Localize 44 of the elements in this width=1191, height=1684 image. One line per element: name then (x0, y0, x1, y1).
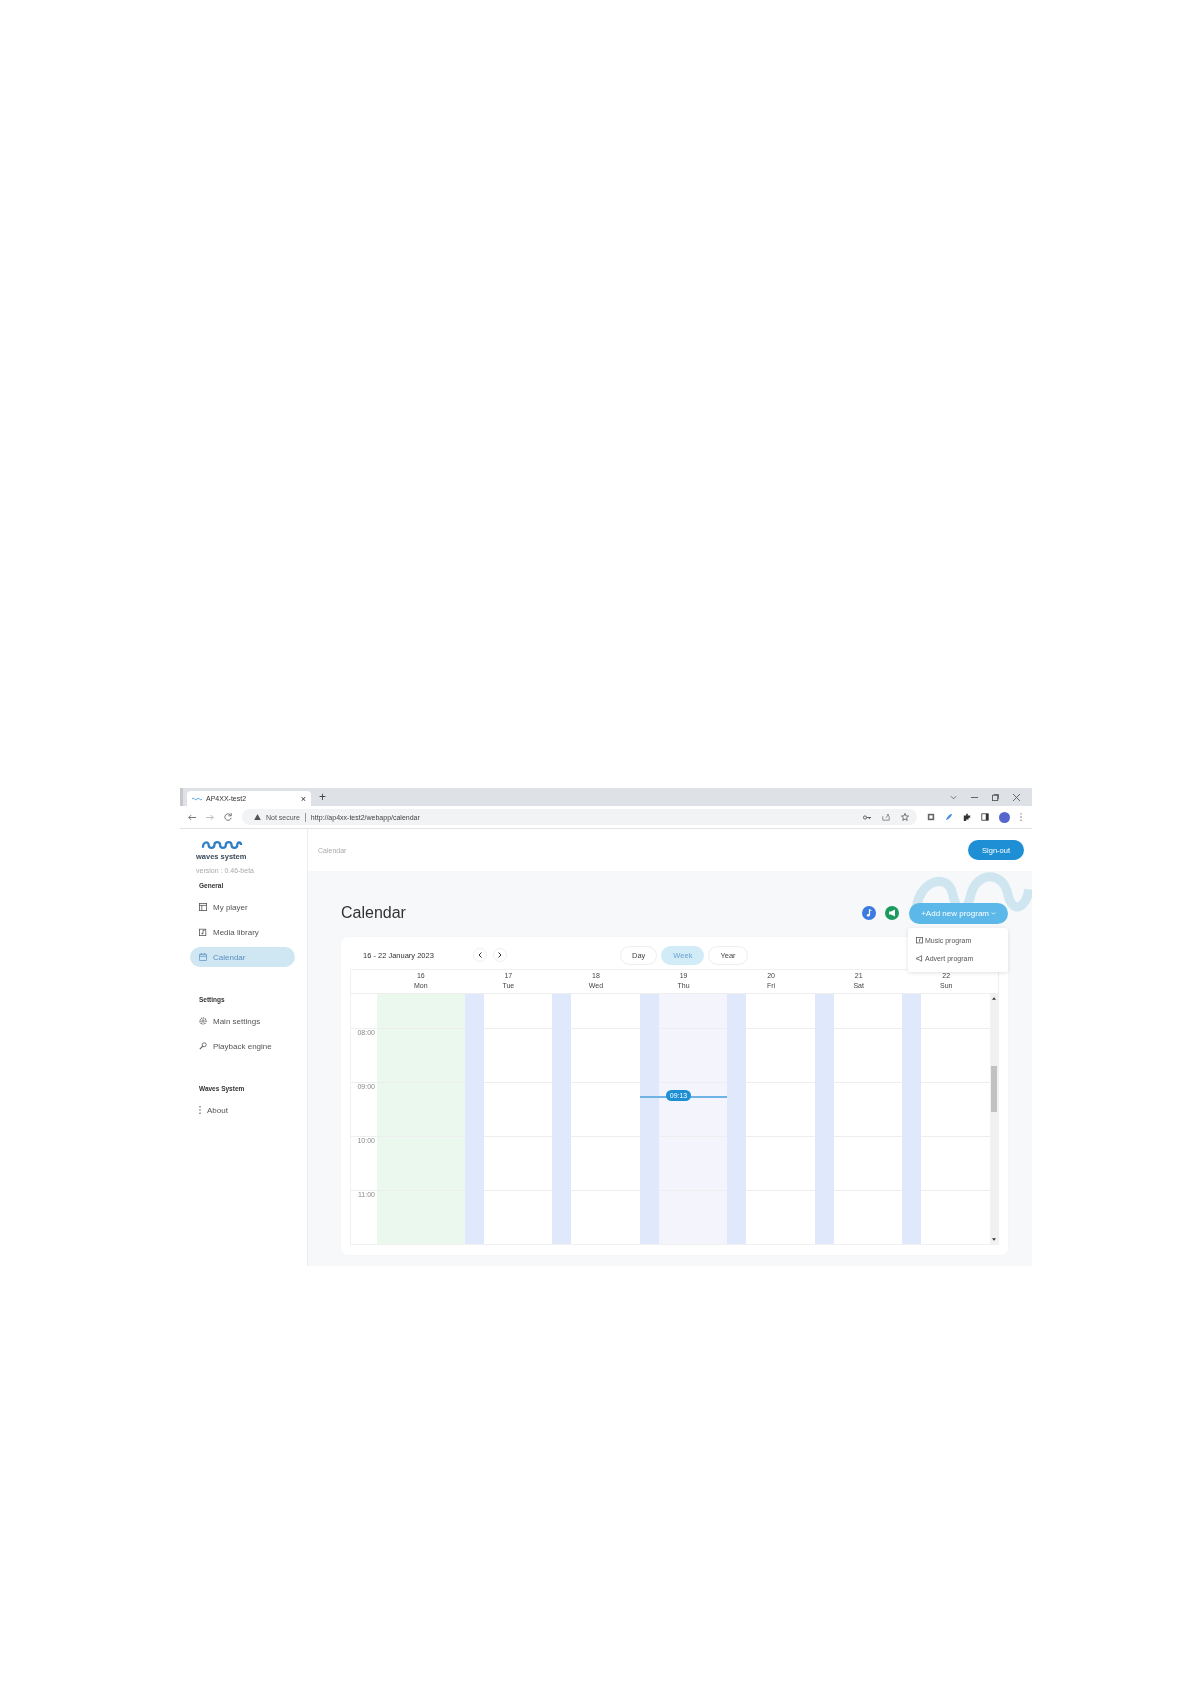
share-icon[interactable] (882, 813, 890, 821)
settings-icon (199, 1017, 207, 1025)
scroll-thumb[interactable] (991, 1066, 998, 1112)
page-title: Calendar (341, 904, 406, 922)
minimize-icon[interactable] (971, 796, 978, 798)
next-button[interactable] (493, 948, 507, 962)
nav-item[interactable]: Media library (190, 922, 295, 942)
new-tab-button[interactable]: + (319, 791, 326, 803)
chevron-down-icon[interactable] (950, 794, 957, 800)
scroll-down-icon[interactable] (992, 1238, 997, 1241)
caret-icon (991, 911, 996, 915)
nav-item[interactable]: Main settings (190, 1011, 295, 1031)
feather-icon[interactable] (945, 813, 953, 821)
megaphone-icon[interactable] (885, 906, 900, 920)
back-icon[interactable] (188, 813, 196, 821)
reload-icon[interactable] (224, 813, 232, 821)
logo-icon (201, 839, 243, 851)
music-file-icon (916, 937, 923, 944)
wave-icon (192, 796, 202, 801)
close-icon[interactable] (1013, 793, 1020, 801)
wrench-icon (199, 1042, 207, 1050)
previous-button[interactable] (473, 948, 487, 962)
chevron-left-icon (478, 952, 482, 958)
music-file-icon (199, 928, 207, 936)
layout-icon (199, 903, 207, 911)
extension-icon[interactable] (927, 813, 935, 821)
nav-item[interactable]: About (190, 1100, 295, 1120)
calendar-icon (199, 953, 207, 961)
megaphone-icon (916, 955, 923, 962)
chevron-right-icon (498, 952, 502, 958)
scrollbar[interactable] (990, 994, 999, 1244)
restore-icon[interactable] (992, 793, 999, 801)
nav-item[interactable]: Playback engine (190, 1036, 295, 1056)
warning-icon (254, 814, 261, 820)
star-icon[interactable] (901, 813, 909, 821)
puzzle-icon[interactable] (963, 813, 971, 821)
side-panel-icon[interactable] (981, 813, 989, 821)
nav-item[interactable]: My player (190, 897, 295, 917)
key-icon[interactable] (863, 814, 871, 820)
tab-close-button[interactable]: × (300, 793, 306, 804)
forward-icon[interactable] (206, 813, 214, 821)
music-note-icon[interactable] (862, 906, 877, 920)
avatar-icon[interactable] (999, 811, 1010, 823)
scroll-up-icon[interactable] (992, 997, 997, 1000)
